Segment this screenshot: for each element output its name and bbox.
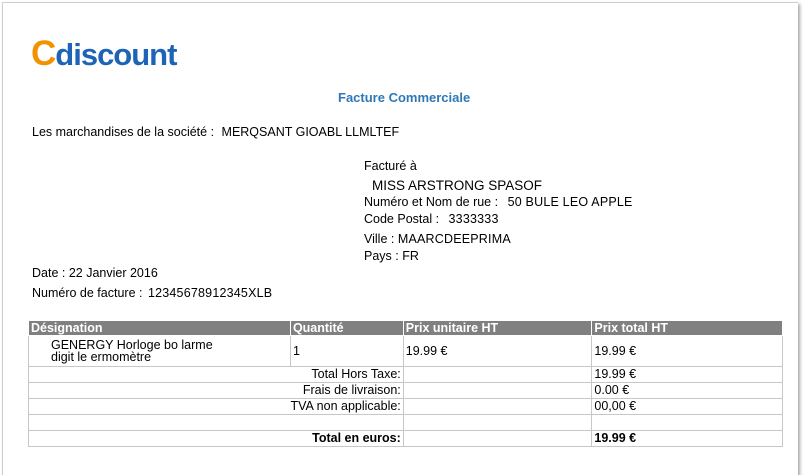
invoice-table: Désignation Quantité Prix unitaire HT Pr… — [28, 320, 783, 447]
grand-total-value: 19.99 € — [591, 430, 783, 447]
table-row: Total Hors Taxe: 19.99 € — [28, 366, 783, 383]
item-quantity: 1 — [289, 335, 404, 367]
city-value: MAARCDEEPRIMA — [397, 232, 511, 246]
item-designation-line2: digit le ermomètre — [51, 350, 152, 364]
grand-total-label: Total en euros: — [28, 430, 404, 447]
vat-label: TVA non applicable: — [28, 398, 404, 415]
empty-cell — [402, 430, 593, 447]
invoice-number-line: Numéro de facture : 12345678912345XLB — [32, 286, 272, 300]
header-unit-price: Prix unitaire HT — [402, 320, 593, 336]
empty-cell — [591, 414, 783, 431]
city-label: Ville : — [364, 232, 395, 246]
total-ht-value: 19.99 € — [591, 366, 783, 383]
item-designation: GENERGY Horloge bo larme digit le ermomè… — [28, 335, 291, 367]
table-row: Frais de livraison: 0.00 € — [28, 382, 783, 399]
table-header-row: Désignation Quantité Prix unitaire HT Pr… — [28, 320, 783, 336]
city-line: Ville : MAARCDEEPRIMA — [364, 232, 511, 246]
street-line: Numéro et Nom de rue : 50 BULE LEO APPLE — [364, 195, 633, 209]
seller-label: Les marchandises de la société : — [32, 125, 215, 139]
empty-cell — [402, 382, 593, 399]
table-row — [28, 414, 783, 431]
table-row: Total en euros: 19.99 € — [28, 430, 783, 447]
item-unit-price: 19.99 € — [402, 335, 593, 367]
postal-value: 3333333 — [448, 212, 499, 226]
shipping-label: Frais de livraison: — [28, 382, 404, 399]
header-quantity: Quantité — [289, 320, 404, 336]
billing-name: MISS ARSTRONG SPASOF — [372, 178, 543, 193]
invoice-title: Facture Commerciale — [338, 90, 471, 105]
item-total-price: 19.99 € — [591, 335, 783, 367]
total-ht-label: Total Hors Taxe: — [28, 366, 404, 383]
seller-line: Les marchandises de la société : MERQSAN… — [32, 125, 399, 139]
empty-cell — [28, 414, 404, 431]
empty-cell — [402, 414, 593, 431]
postal-line: Code Postal : 3333333 — [364, 212, 499, 226]
vat-value: 00,00 € — [591, 398, 783, 415]
empty-cell — [402, 398, 593, 415]
invoice-date: Date : 22 Janvier 2016 — [32, 266, 158, 280]
header-designation: Désignation — [28, 320, 291, 336]
seller-value: MERQSANT GIOABL LLMLTEF — [221, 125, 400, 139]
billing-heading: Facturé à — [364, 159, 417, 173]
empty-cell — [402, 366, 593, 383]
header-total-price: Prix total HT — [591, 320, 783, 336]
country-line: Pays : FR — [364, 249, 419, 263]
street-label: Numéro et Nom de rue : — [364, 195, 499, 209]
cdiscount-logo: Cdiscount — [31, 34, 177, 73]
invoice-number-label: Numéro de facture : — [32, 286, 143, 300]
street-value: 50 BULE LEO APPLE — [507, 195, 633, 209]
postal-label: Code Postal : — [364, 212, 440, 226]
invoice-number-value: 12345678912345XLB — [147, 286, 273, 300]
table-row: TVA non applicable: 00,00 € — [28, 398, 783, 415]
shipping-value: 0.00 € — [591, 382, 783, 399]
table-row: GENERGY Horloge bo larme digit le ermomè… — [28, 335, 783, 367]
